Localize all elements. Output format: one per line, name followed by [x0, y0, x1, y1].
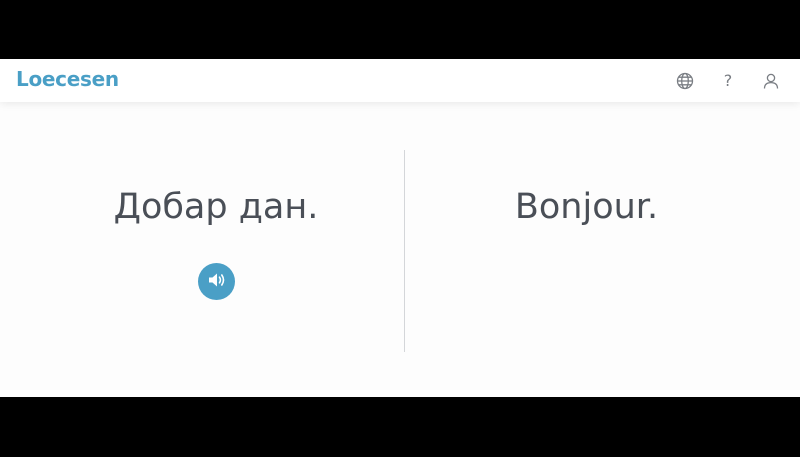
target-panel: Bonjour. — [405, 102, 800, 397]
play-audio-button[interactable] — [198, 263, 235, 300]
globe-icon[interactable] — [674, 70, 696, 92]
letterbox-top — [0, 0, 800, 59]
help-glyph: ? — [723, 71, 733, 90]
user-icon[interactable] — [760, 70, 782, 92]
flashcard: Добар дан. Bonjour. — [0, 102, 800, 397]
app-logo[interactable]: Loecesen — [16, 67, 119, 91]
source-phrase: Добар дан. — [113, 187, 319, 227]
letterbox-bottom — [0, 397, 800, 457]
help-icon[interactable]: ? — [717, 70, 739, 92]
source-panel: Добар дан. — [0, 102, 404, 397]
target-phrase: Bonjour. — [514, 187, 659, 227]
speaker-icon — [207, 271, 227, 293]
top-bar: Loecesen ? — [0, 59, 800, 102]
app-window: Loecesen ? Добар дан. Bonjour. — [0, 59, 800, 397]
